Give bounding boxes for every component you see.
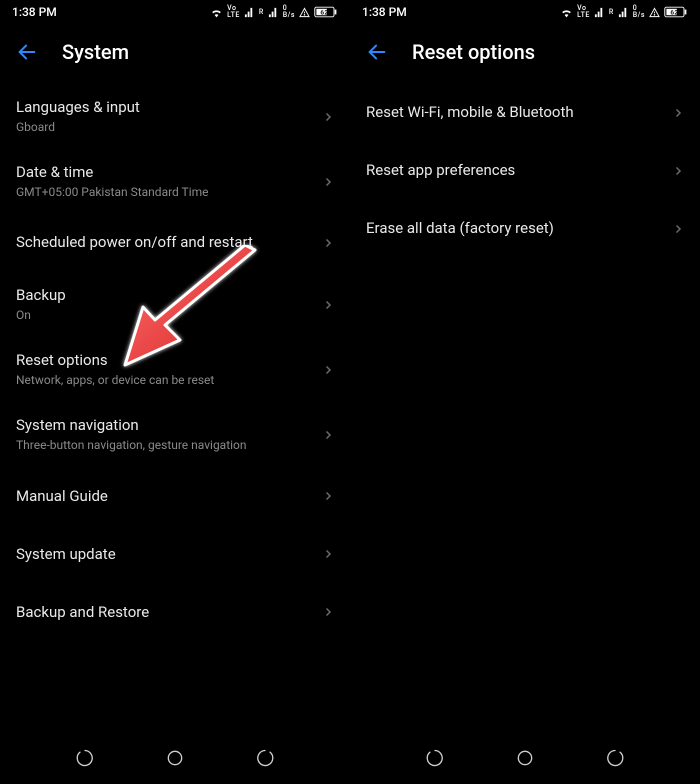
page-title: System: [62, 40, 129, 64]
warn-icon: [649, 7, 660, 18]
chevron-right-icon: [322, 176, 334, 188]
battery-icon: 62: [314, 6, 338, 18]
item-reset-options[interactable]: Reset options Network, apps, or device c…: [0, 337, 350, 402]
item-title: Backup: [16, 286, 314, 306]
status-bar: 1:38 PM VoLTE R 0B/s 62: [0, 0, 350, 24]
item-erase-all-data[interactable]: Erase all data (factory reset): [350, 200, 700, 258]
item-system-navigation[interactable]: System navigation Three-button navigatio…: [0, 402, 350, 467]
item-title: Reset app preferences: [366, 161, 664, 181]
item-title: Reset options: [16, 351, 314, 371]
nav-recents-button[interactable]: [67, 740, 103, 776]
phone-right: 1:38 PM VoLTE R 0B/s 62 Reset: [350, 0, 700, 784]
item-title: Languages & input: [16, 98, 314, 118]
back-button[interactable]: [366, 41, 388, 63]
status-indicators: VoLTE R 0B/s 62: [210, 5, 338, 19]
phone-left: 1:38 PM VoLTE R 0B/s 62 System: [0, 0, 350, 784]
item-subtitle: Three-button navigation, gesture navigat…: [16, 438, 314, 454]
volte-icon: VoLTE: [227, 5, 240, 19]
item-scheduled-power[interactable]: Scheduled power on/off and restart: [0, 214, 350, 272]
signal1-icon: [594, 7, 605, 18]
nav-home-button[interactable]: [507, 740, 543, 776]
nav-recents-button[interactable]: [417, 740, 453, 776]
signal2-icon: [268, 7, 279, 18]
wifi-icon: [210, 6, 223, 19]
item-title: Backup and Restore: [16, 603, 314, 623]
item-subtitle: On: [16, 308, 314, 324]
svg-text:62: 62: [320, 8, 328, 16]
data-icon: 0B/s: [283, 5, 295, 19]
status-bar: 1:38 PM VoLTE R 0B/s 62: [350, 0, 700, 24]
item-subtitle: Gboard: [16, 120, 314, 136]
nav-bar: [350, 732, 700, 784]
nav-bar: [0, 732, 350, 784]
battery-icon: 62: [664, 6, 688, 18]
status-time: 1:38 PM: [362, 5, 560, 19]
item-subtitle: GMT+05:00 Pakistan Standard Time: [16, 185, 314, 201]
chevron-right-icon: [322, 111, 334, 123]
item-system-update[interactable]: System update: [0, 525, 350, 583]
chevron-right-icon: [322, 490, 334, 502]
volte-icon: VoLTE: [577, 5, 590, 19]
header: System: [0, 24, 350, 72]
signal1-label: R: [259, 8, 264, 16]
chevron-right-icon: [322, 429, 334, 441]
data-icon: 0B/s: [633, 5, 645, 19]
item-languages-input[interactable]: Languages & input Gboard: [0, 84, 350, 149]
item-backup[interactable]: Backup On: [0, 272, 350, 337]
item-title: System update: [16, 545, 314, 565]
signal1-label: R: [609, 8, 614, 16]
page-title: Reset options: [412, 40, 535, 64]
header: Reset options: [350, 24, 700, 72]
wifi-icon: [560, 6, 573, 19]
chevron-right-icon: [322, 237, 334, 249]
warn-icon: [299, 7, 310, 18]
chevron-right-icon: [672, 223, 684, 235]
item-subtitle: Network, apps, or device can be reset: [16, 373, 314, 389]
item-title: Manual Guide: [16, 487, 314, 507]
chevron-right-icon: [322, 299, 334, 311]
reset-list[interactable]: Reset Wi-Fi, mobile & Bluetooth Reset ap…: [350, 72, 700, 732]
status-indicators: VoLTE R 0B/s 62: [560, 5, 688, 19]
item-backup-restore[interactable]: Backup and Restore: [0, 583, 350, 641]
chevron-right-icon: [322, 606, 334, 618]
chevron-right-icon: [672, 165, 684, 177]
chevron-right-icon: [322, 548, 334, 560]
item-manual-guide[interactable]: Manual Guide: [0, 467, 350, 525]
item-title: Reset Wi-Fi, mobile & Bluetooth: [366, 103, 664, 123]
nav-home-button[interactable]: [157, 740, 193, 776]
status-time: 1:38 PM: [12, 5, 210, 19]
item-title: System navigation: [16, 416, 314, 436]
chevron-right-icon: [672, 107, 684, 119]
back-button[interactable]: [16, 41, 38, 63]
signal1-icon: [244, 7, 255, 18]
item-title: Erase all data (factory reset): [366, 219, 664, 239]
chevron-right-icon: [322, 364, 334, 376]
item-title: Date & time: [16, 163, 314, 183]
svg-text:62: 62: [670, 8, 678, 16]
settings-list[interactable]: Languages & input Gboard Date & time GMT…: [0, 72, 350, 732]
nav-back-button[interactable]: [597, 740, 633, 776]
item-reset-wifi[interactable]: Reset Wi-Fi, mobile & Bluetooth: [350, 84, 700, 142]
signal2-icon: [618, 7, 629, 18]
nav-back-button[interactable]: [247, 740, 283, 776]
item-title: Scheduled power on/off and restart: [16, 233, 314, 253]
item-reset-app-prefs[interactable]: Reset app preferences: [350, 142, 700, 200]
item-date-time[interactable]: Date & time GMT+05:00 Pakistan Standard …: [0, 149, 350, 214]
